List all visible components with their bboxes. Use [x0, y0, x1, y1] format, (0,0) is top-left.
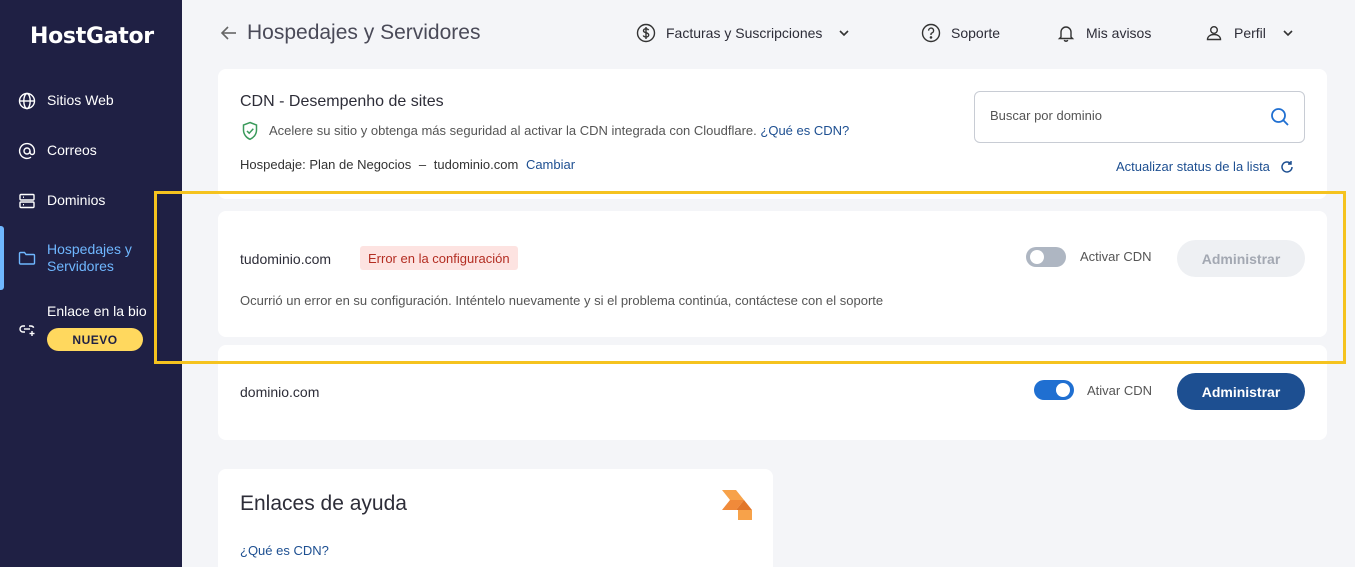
help-title: Enlaces de ayuda — [240, 492, 407, 515]
domain-name: dominio.com — [240, 384, 320, 400]
link-icon — [19, 325, 35, 336]
sidebar-item-label: Correos — [47, 142, 97, 158]
what-is-cdn-link[interactable]: ¿Qué es CDN? — [760, 123, 849, 138]
cdn-description-text: Acelere su sitio y obtenga más seguridad… — [269, 123, 757, 138]
notices-label: Mis avisos — [1086, 25, 1152, 41]
page-title: Hospedajes y Servidores — [247, 21, 481, 44]
new-badge: NUEVO — [47, 328, 143, 351]
profile-menu[interactable]: Perfil — [1204, 22, 1294, 44]
refresh-list-link[interactable]: Actualizar status de la lista — [1116, 159, 1294, 174]
domain-search-input[interactable] — [990, 108, 1260, 123]
sidebar-item-sitios-web[interactable]: Sitios Web — [0, 92, 182, 109]
server-icon — [19, 193, 35, 208]
globe-icon — [18, 92, 36, 109]
hosting-plan-label: Hospedaje: Plan de Negocios — [240, 157, 412, 172]
hosting-plan-line: Hospedaje: Plan de Negocios – tudominio.… — [240, 157, 575, 172]
billing-menu[interactable]: Facturas y Suscripciones — [636, 22, 850, 44]
sidebar-item-label: Enlace en la bio — [47, 303, 147, 319]
search-icon[interactable] — [1270, 107, 1290, 127]
user-icon — [1206, 26, 1222, 41]
profile-label: Perfil — [1234, 25, 1266, 41]
hosting-separator: – — [418, 157, 427, 172]
brand-logo[interactable]: HostGator — [30, 24, 154, 49]
shield-check-icon — [242, 121, 258, 141]
at-icon — [18, 142, 36, 159]
help-circle-icon — [921, 23, 941, 43]
refresh-label: Actualizar status de la lista — [1116, 159, 1270, 174]
sidebar-item-label: Sitios Web — [47, 92, 114, 108]
administrar-button[interactable]: Administrar — [1177, 373, 1305, 410]
support-label: Soporte — [951, 25, 1001, 41]
toggle-knob — [1056, 383, 1070, 397]
highlight-frame — [154, 191, 1346, 364]
dollar-circle-icon — [636, 23, 656, 43]
notices-link[interactable]: Mis avisos — [1056, 22, 1151, 44]
help-logo-icon — [722, 490, 752, 520]
chevron-down-icon — [839, 30, 849, 37]
active-indicator — [0, 226, 4, 290]
support-link[interactable]: Soporte — [921, 22, 1000, 44]
sidebar-item-label: Hospedajes y Servidores — [47, 241, 132, 274]
chevron-down-icon — [1283, 30, 1293, 37]
back-arrow-icon[interactable] — [220, 24, 238, 42]
cdn-description: Acelere su sitio y obtenga más seguridad… — [269, 123, 849, 138]
change-plan-link[interactable]: Cambiar — [526, 157, 575, 172]
bell-icon — [1057, 26, 1075, 42]
refresh-icon — [1281, 160, 1293, 173]
help-link-what-is-cdn[interactable]: ¿Qué es CDN? — [240, 543, 329, 558]
cdn-toggle-label: Ativar CDN — [1087, 383, 1153, 398]
folder-icon — [18, 251, 36, 265]
sidebar-item-correos[interactable]: Correos — [0, 142, 182, 159]
hosting-domain: tudominio.com — [433, 157, 519, 172]
sidebar-item-label: Dominios — [47, 192, 106, 208]
cdn-toggle[interactable] — [1034, 380, 1074, 400]
domain-search-box — [974, 91, 1305, 143]
cdn-title: CDN - Desempenho de sites — [240, 93, 444, 110]
billing-label: Facturas y Suscripciones — [666, 25, 823, 41]
